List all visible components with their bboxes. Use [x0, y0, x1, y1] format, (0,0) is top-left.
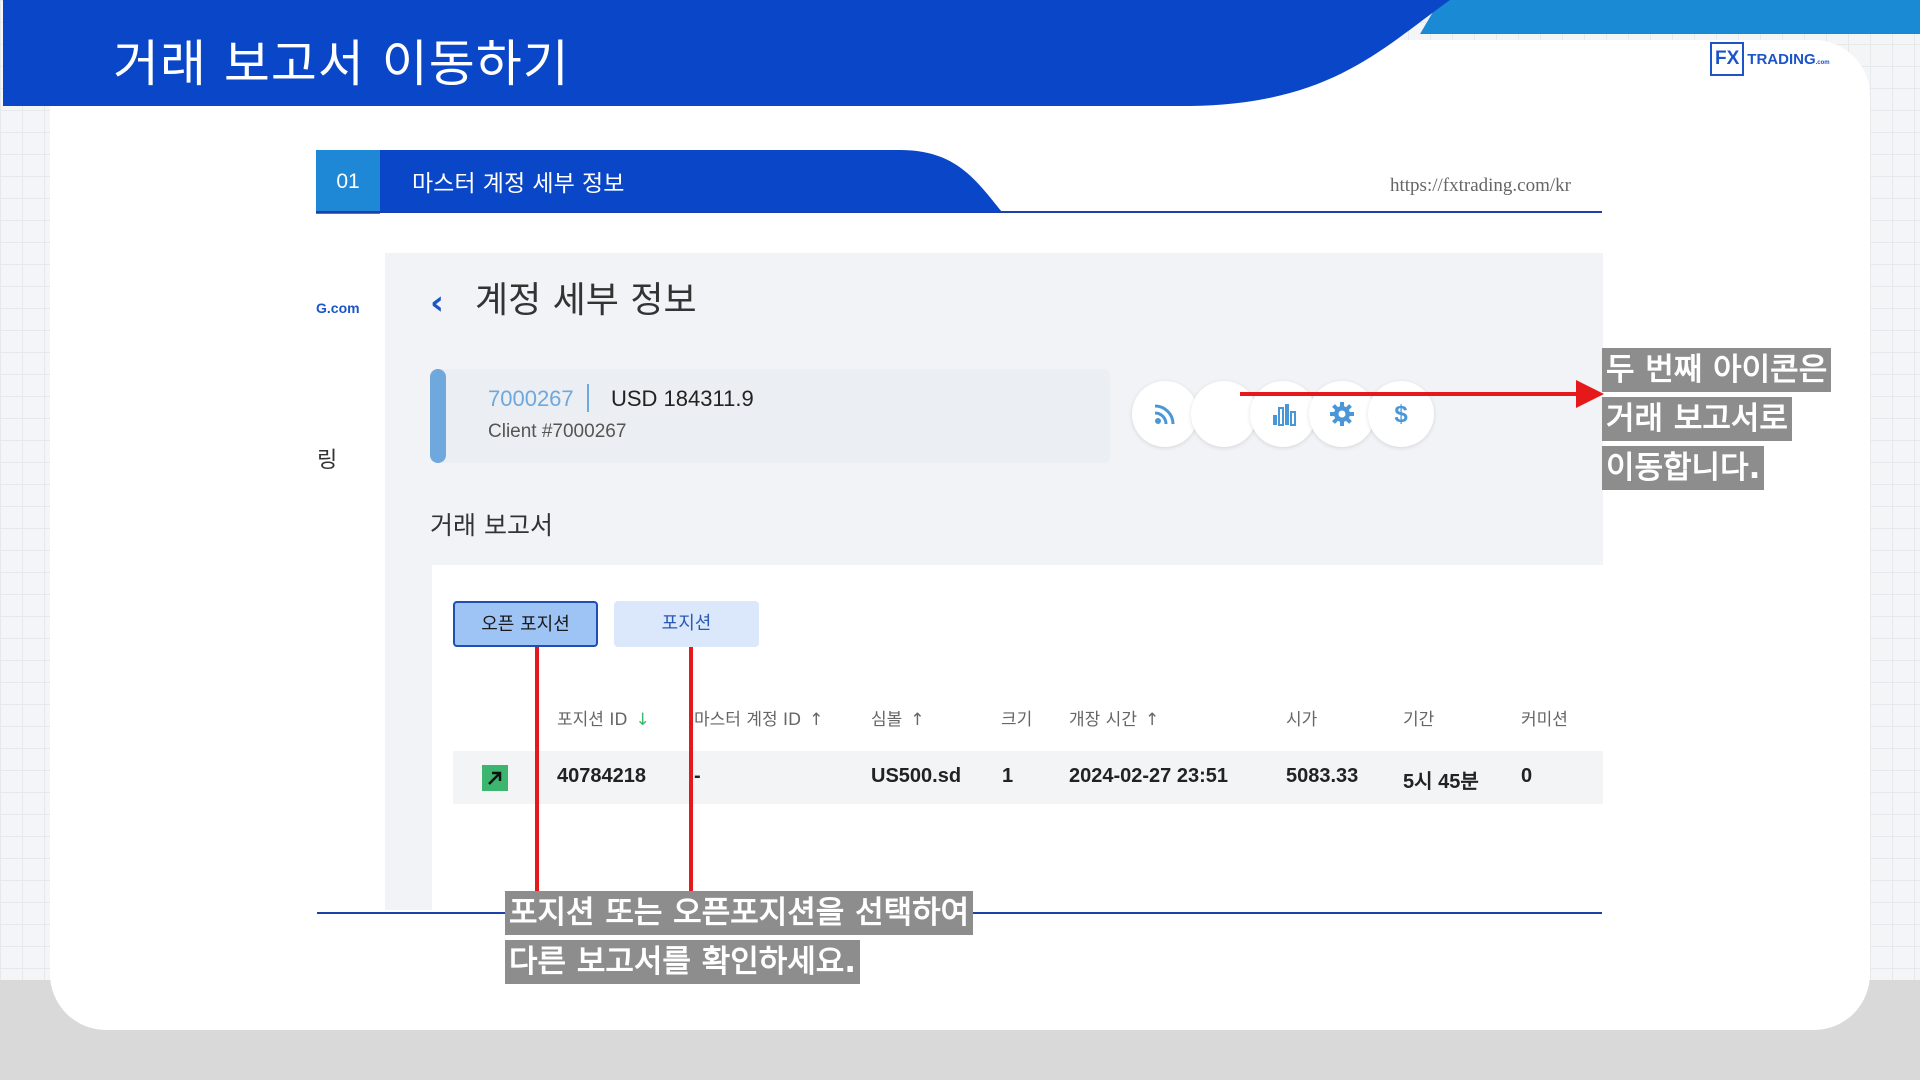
column-header-open-time[interactable]: 개장 시간 ↑ — [1069, 705, 1159, 730]
cell-open-price: 5083.33 — [1286, 765, 1359, 787]
account-client: Client #7000267 — [488, 421, 627, 442]
dollar-icon[interactable]: $ — [1368, 381, 1434, 447]
step-label: 마스터 계정 세부 정보 — [412, 171, 625, 197]
annotation-arrow-line — [1240, 392, 1580, 396]
arrow-up-right-icon — [482, 765, 508, 791]
bar-chart-icon[interactable] — [1250, 381, 1316, 447]
footer-divider-right — [947, 912, 1602, 914]
cell-duration: 5시 45분 — [1403, 771, 1479, 793]
callout-right-line1: 두 번째 아이콘은 — [1602, 348, 1832, 392]
annotation-arrowhead-icon — [1576, 380, 1604, 408]
account-card-accent — [430, 369, 446, 463]
page-title: 거래 보고서 이동하기 — [113, 35, 570, 93]
sidebar-text-fragment: 링 — [317, 448, 338, 473]
cell-master-account-id: - — [694, 765, 701, 787]
back-chevron-icon[interactable]: ‹ — [430, 283, 444, 323]
column-header-master-account-id[interactable]: 마스터 계정 ID ↑ — [694, 705, 823, 730]
cell-symbol: US500.sd — [871, 765, 962, 787]
account-details-title: 계정 세부 정보 — [475, 280, 697, 321]
gear-icon[interactable] — [1309, 381, 1375, 447]
column-header-symbol[interactable]: 심볼 ↑ — [871, 705, 925, 730]
column-header-size[interactable]: 크기 — [1001, 705, 1032, 730]
column-header-position-id[interactable]: 포지션 ID ↓ — [557, 705, 650, 730]
cell-position-id: 40784218 — [557, 765, 646, 787]
tab-open-positions[interactable]: 오픈 포지션 — [453, 601, 598, 647]
callout-right-line2: 거래 보고서로 — [1602, 397, 1792, 441]
account-separator — [587, 384, 589, 412]
callout-bottom-line1: 포지션 또는 오픈포지션을 선택하여 — [505, 891, 974, 935]
site-url: https://fxtrading.com/kr — [1390, 175, 1572, 196]
sort-up-icon: ↑ — [1144, 710, 1160, 730]
sidebar-logo-fragment: G.com — [316, 300, 360, 316]
brand-logo: FX TRADING.com — [1710, 42, 1830, 76]
annotation-line-positions — [689, 647, 693, 894]
column-header-duration[interactable]: 기간 — [1403, 705, 1434, 730]
cell-open-time: 2024-02-27 23:51 — [1069, 765, 1229, 787]
logo-mark: FX — [1710, 42, 1745, 76]
sort-up-icon: ↑ — [910, 710, 925, 730]
column-header-open-price[interactable]: 시가 — [1286, 705, 1317, 730]
account-id[interactable]: 7000267 — [488, 386, 574, 412]
sort-down-icon: ↓ — [635, 710, 650, 730]
trade-report-heading: 거래 보고서 — [430, 511, 553, 540]
document-icon[interactable] — [1191, 381, 1257, 447]
rss-icon[interactable] — [1132, 381, 1198, 447]
sort-up-icon: ↑ — [809, 710, 824, 730]
cell-commission: 0 — [1521, 765, 1533, 787]
cell-size: 1 — [1002, 765, 1014, 787]
logo-wordmark: TRADING.com — [1747, 50, 1830, 68]
tab-positions[interactable]: 포지션 — [614, 601, 759, 647]
callout-right-line3: 이동합니다. — [1602, 446, 1765, 490]
section-divider — [316, 211, 1602, 213]
annotation-line-open-positions — [535, 647, 539, 894]
callout-bottom-line2: 다른 보고서를 확인하세요. — [505, 940, 861, 984]
app-screenshot: ‹ 계정 세부 정보 7000267 USD 184311.9 Client #… — [385, 253, 1603, 910]
account-card — [430, 369, 1110, 463]
footer-divider-left — [317, 912, 507, 914]
step-number: 01 — [316, 150, 380, 214]
report-panel — [432, 565, 1603, 910]
column-header-commission[interactable]: 커미션 — [1521, 705, 1568, 730]
account-balance: USD 184311.9 — [611, 386, 754, 411]
svg-text:$: $ — [1394, 401, 1408, 428]
